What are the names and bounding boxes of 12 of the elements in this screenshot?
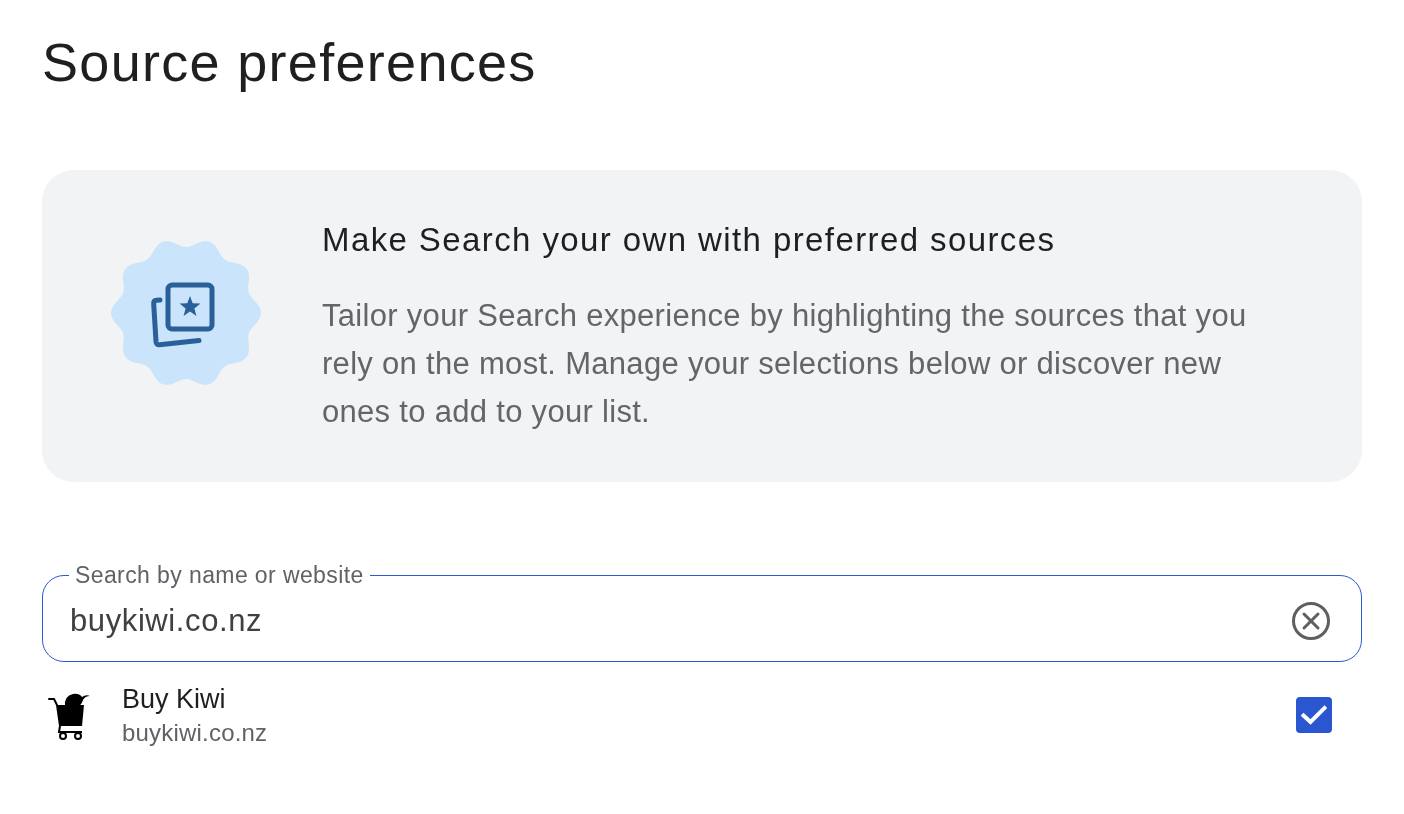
promo-heading: Make Search your own with preferred sources [322, 219, 1056, 260]
search-input[interactable]: buykiwi.co.nz [70, 602, 1279, 640]
checkbox[interactable] [1296, 697, 1332, 733]
search-field[interactable]: Search by name or website buykiwi.co.nz [42, 563, 1362, 662]
page-title: Source preferences [42, 32, 537, 92]
clear-button[interactable] [1291, 601, 1331, 641]
checkmark-icon [1301, 705, 1327, 725]
source-url: buykiwi.co.nz [122, 719, 268, 747]
field-label: Search by name or website [74, 563, 365, 587]
promo-description: Tailor your Search experience by highlighting the sources that you rely on the most. Manage your selections below or discover new ones to add to your list. [322, 296, 1248, 431]
clear-icon [1291, 601, 1331, 641]
source-name: Buy Kiwi [122, 683, 226, 715]
